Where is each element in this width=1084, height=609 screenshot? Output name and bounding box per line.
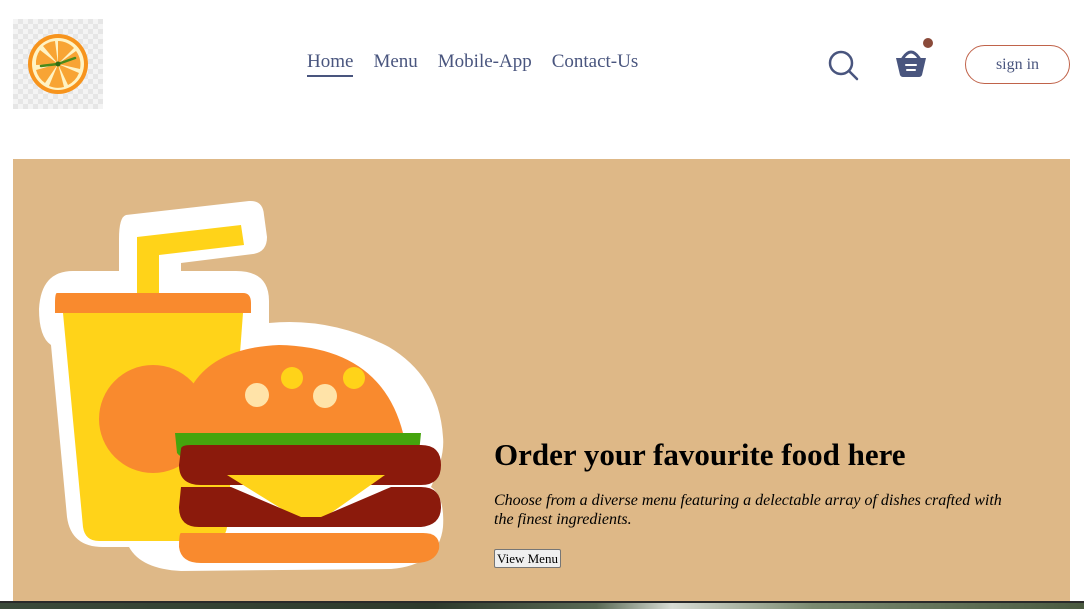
hero-banner: Order your favourite food here Choose fr…	[13, 159, 1070, 601]
nav-menu[interactable]: Menu	[373, 51, 417, 77]
hero-description: Choose from a diverse menu featuring a d…	[494, 492, 1002, 528]
main-nav: Home Menu Mobile-App Contact-Us	[307, 51, 638, 77]
logo[interactable]	[13, 19, 103, 109]
basket-button[interactable]	[893, 44, 929, 80]
nav-contact-us[interactable]: Contact-Us	[552, 51, 639, 77]
sign-in-button[interactable]: sign in	[965, 45, 1070, 84]
next-section-image-edge	[0, 601, 1084, 609]
search-button[interactable]	[827, 49, 859, 81]
view-menu-button[interactable]: View Menu	[494, 549, 561, 568]
search-icon	[828, 50, 859, 81]
nav-mobile-app[interactable]: Mobile-App	[438, 51, 532, 77]
burger-and-drink-illustration	[39, 200, 444, 571]
hero-title: Order your favourite food here	[494, 437, 906, 472]
nav-home[interactable]: Home	[307, 51, 354, 77]
cart-count-dot	[923, 38, 933, 48]
orange-clock-logo-icon	[28, 34, 88, 94]
basket-icon	[896, 50, 926, 77]
